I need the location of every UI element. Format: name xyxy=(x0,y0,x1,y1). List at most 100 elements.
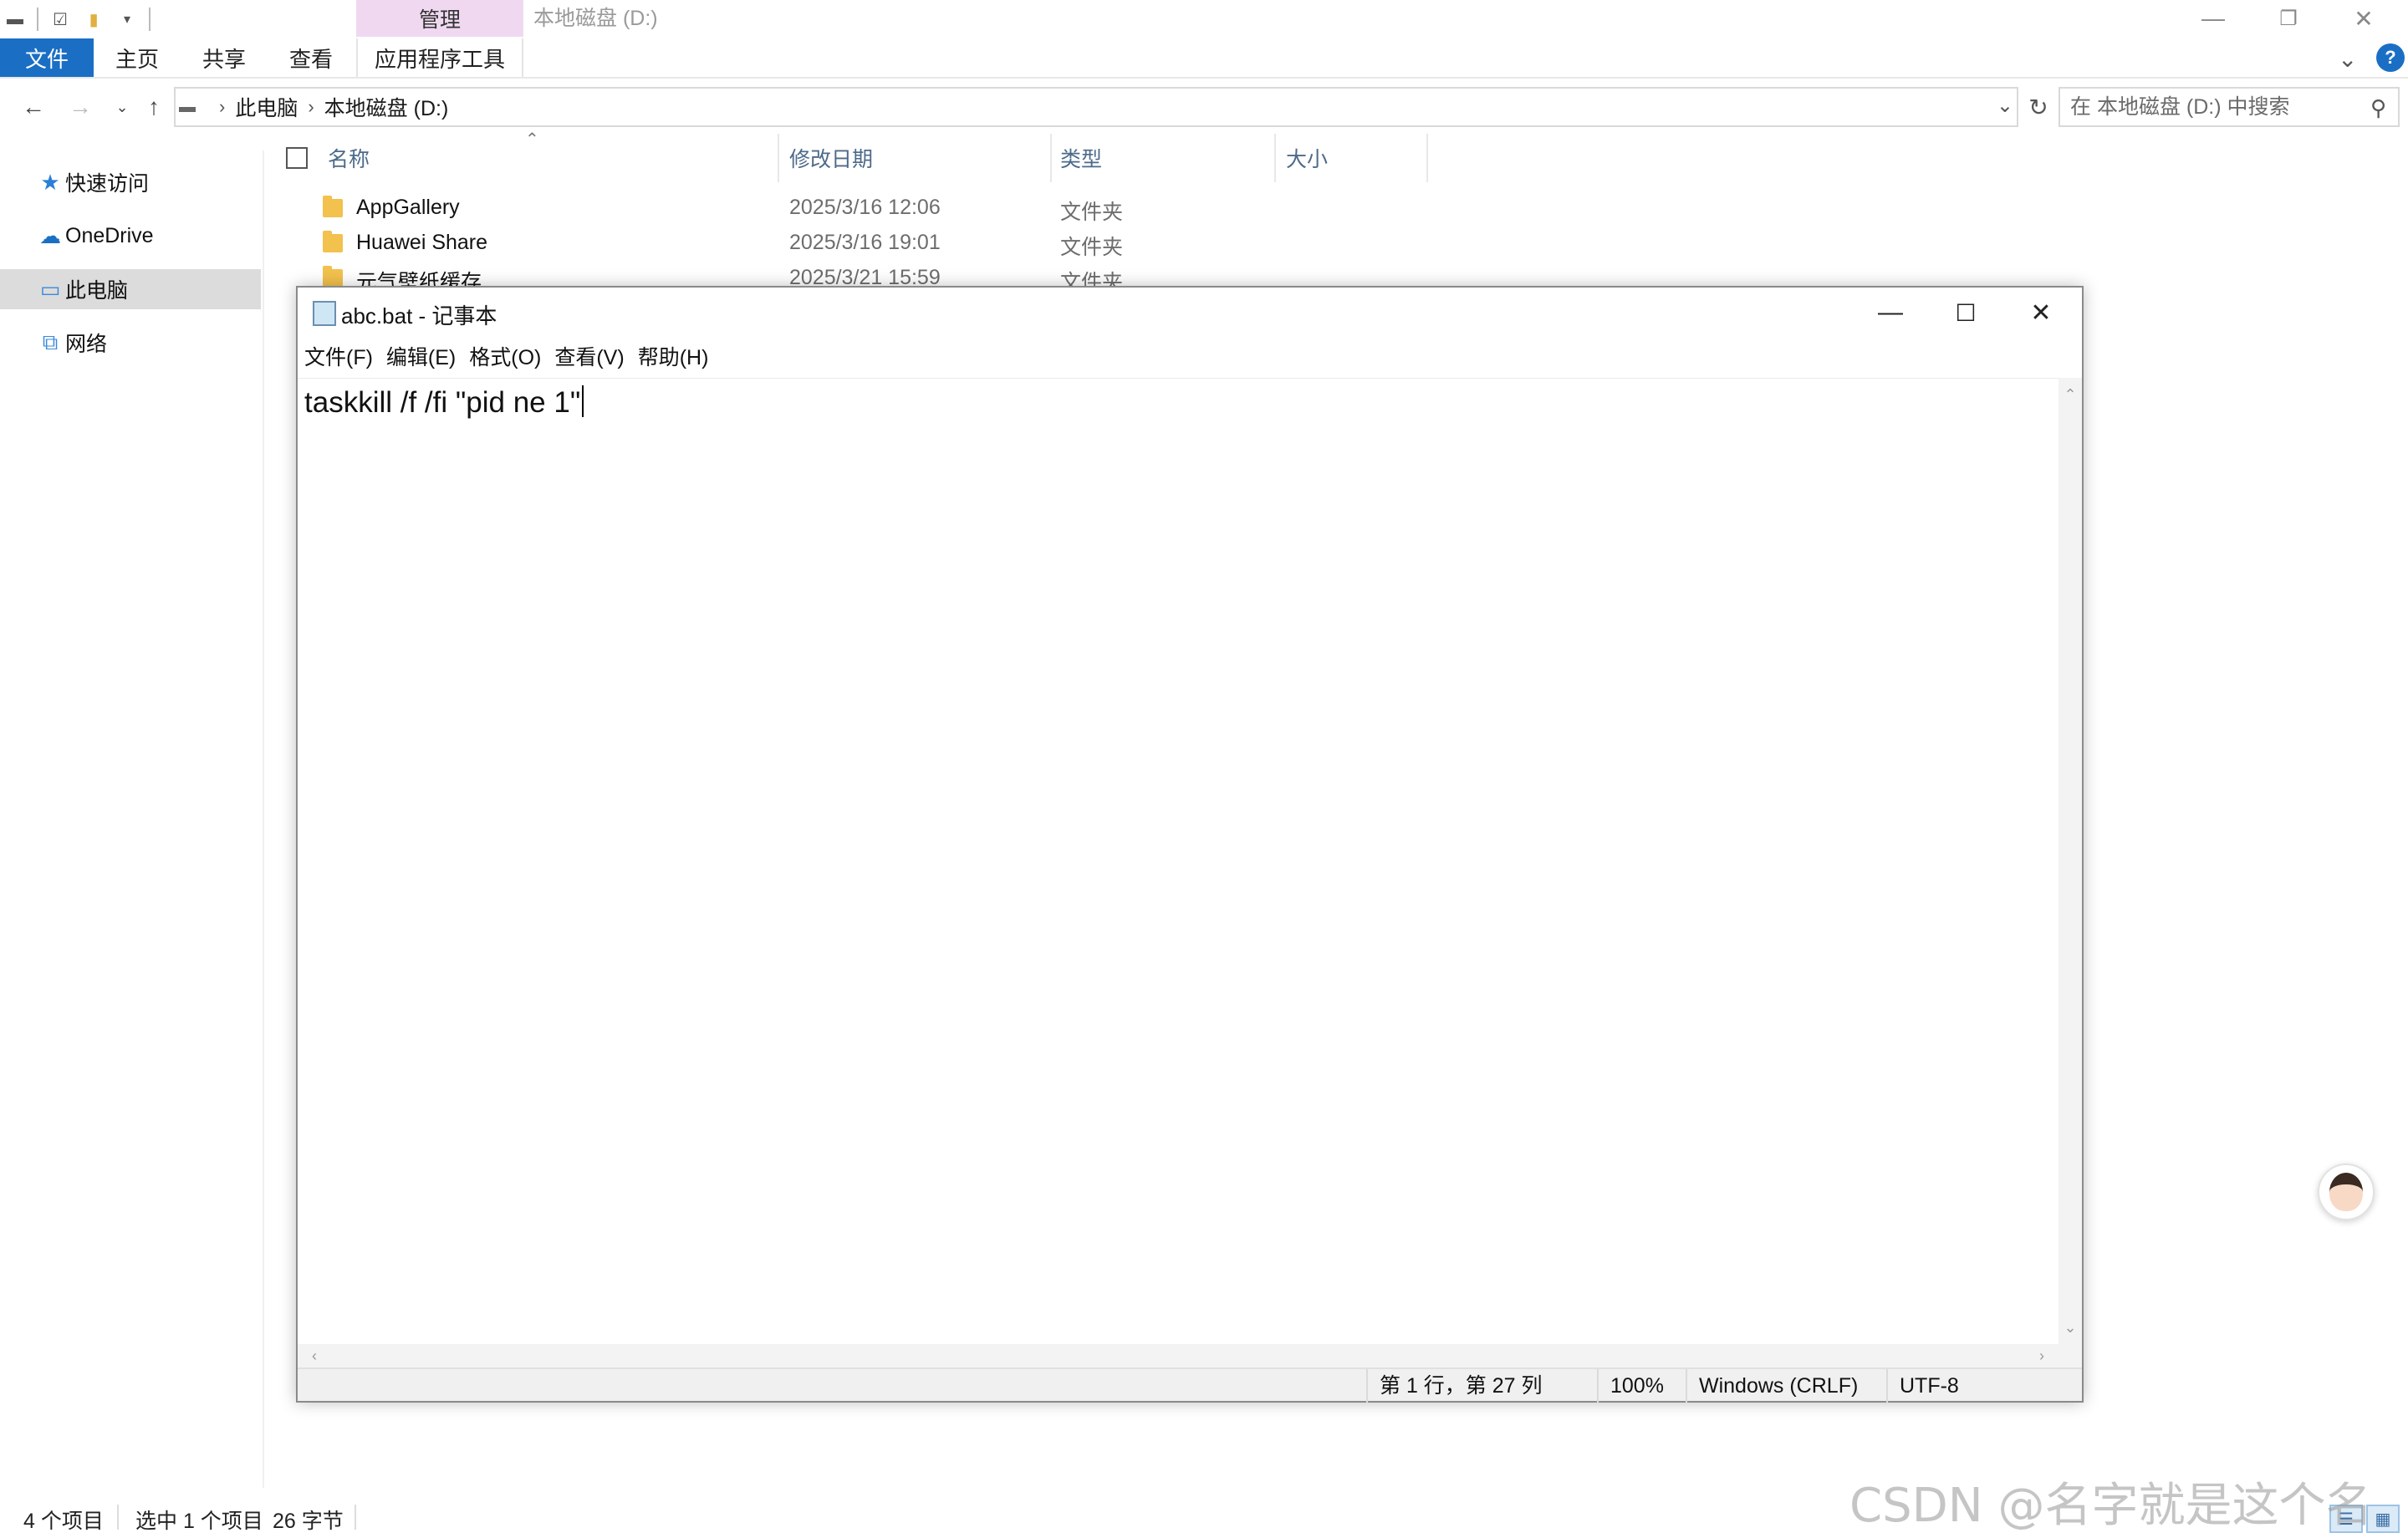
nav-item-onedrive[interactable]: ☁ OneDrive xyxy=(0,216,261,256)
assistant-avatar[interactable] xyxy=(2318,1164,2375,1220)
address-bar[interactable]: ▬ › 此电脑 › 本地磁盘 (D:) ⌄ xyxy=(174,87,2018,127)
chevron-down-icon[interactable]: ⌄ xyxy=(1997,94,2013,118)
forward-arrow-icon[interactable]: → xyxy=(64,90,97,124)
ribbon-tabs: 文件 主页 共享 查看 应用程序工具 ⌄ ? xyxy=(0,38,2408,79)
scroll-down-icon[interactable]: ⌄ xyxy=(2059,1316,2082,1339)
notepad-status-bar: 第 1 行，第 27 列 100% Windows (CRLF) UTF-8 xyxy=(298,1367,2082,1403)
status-encoding: UTF-8 xyxy=(1886,1369,1959,1403)
scroll-right-icon[interactable]: › xyxy=(2030,1344,2053,1367)
new-folder-icon[interactable]: ▮ xyxy=(82,8,105,31)
back-arrow-icon[interactable]: ← xyxy=(17,90,50,124)
column-divider[interactable] xyxy=(1050,134,1052,182)
status-selected: 选中 1 个项目 xyxy=(135,1510,263,1533)
menu-edit[interactable]: 编辑(E) xyxy=(386,339,456,376)
file-row[interactable]: Huawei Share 2025/3/16 19:01 文件夹 xyxy=(318,227,1430,262)
quick-access-toolbar: ▬ ☑ ▮ ▾ xyxy=(0,0,351,38)
nav-item-label: 网络 xyxy=(65,333,108,356)
restore-button[interactable]: ❐ xyxy=(2251,0,2326,37)
column-header-type[interactable]: 类型 xyxy=(1060,134,1102,182)
address-row: ← → ⌄ ↑ ▬ › 此电脑 › 本地磁盘 (D:) ⌄ ↻ ⚲ xyxy=(0,87,2408,129)
scrollbar-corner xyxy=(2059,1344,2082,1367)
text-editor-area[interactable]: taskkill /f /fi "pid ne 1" xyxy=(298,378,2059,1344)
status-divider xyxy=(117,1505,119,1530)
drive-icon[interactable]: ▬ xyxy=(3,8,27,31)
status-size: 26 字节 xyxy=(273,1510,344,1533)
menu-help[interactable]: 帮助(H) xyxy=(638,339,709,376)
select-all-checkbox[interactable] xyxy=(286,147,308,169)
column-divider[interactable] xyxy=(1274,134,1276,182)
nav-item-label: 此电脑 xyxy=(65,279,129,303)
close-button[interactable]: ✕ xyxy=(2326,0,2401,37)
vertical-scrollbar[interactable]: ⌃ ⌄ xyxy=(2059,378,2082,1344)
notepad-icon xyxy=(313,301,336,326)
context-tab-manage[interactable]: 管理 xyxy=(356,0,523,37)
up-arrow-icon[interactable]: ↑ xyxy=(137,90,171,124)
nav-item-network[interactable]: ⧉ 网络 xyxy=(0,323,261,363)
notepad-menu-bar: 文件(F) 编辑(E) 格式(O) 查看(V) 帮助(H) xyxy=(298,339,722,376)
folder-icon xyxy=(323,196,343,217)
file-name: Huawei Share xyxy=(356,231,488,254)
file-type: 文件夹 xyxy=(1060,236,1124,259)
file-date: 2025/3/16 12:06 xyxy=(789,196,941,219)
watermark: CSDN @名字就是这个名字 xyxy=(1849,1479,2373,1533)
navigation-pane: ★ 快速访问 ☁ OneDrive ▭ 此电脑 ⧉ 网络 xyxy=(0,150,264,1488)
toolbar-divider xyxy=(149,8,150,31)
status-cursor-position: 第 1 行，第 27 列 xyxy=(1366,1369,1543,1403)
minimize-button[interactable]: — xyxy=(2176,0,2251,37)
star-icon: ★ xyxy=(40,169,60,195)
chevron-right-icon[interactable]: › xyxy=(219,96,225,118)
tab-application-tools[interactable]: 应用程序工具 xyxy=(356,38,523,77)
status-divider xyxy=(355,1505,356,1530)
properties-icon[interactable]: ☑ xyxy=(48,8,72,31)
notepad-title-bar[interactable]: abc.bat - 记事本 — ☐ ✕ xyxy=(298,288,2082,338)
menu-view[interactable]: 查看(V) xyxy=(554,339,624,376)
tab-view[interactable]: 查看 xyxy=(289,38,333,77)
menu-file[interactable]: 文件(F) xyxy=(304,339,373,376)
nav-item-quick-access[interactable]: ★ 快速访问 xyxy=(0,162,261,202)
column-divider[interactable] xyxy=(1426,134,1428,182)
search-box[interactable]: ⚲ xyxy=(2059,87,2400,127)
search-input[interactable] xyxy=(2070,94,2354,120)
customize-toolbar-icon[interactable]: ▾ xyxy=(115,8,139,31)
file-date: 2025/3/16 19:01 xyxy=(789,231,941,254)
folder-icon xyxy=(323,231,343,252)
file-type: 文件夹 xyxy=(1060,201,1124,224)
nav-item-this-pc[interactable]: ▭ 此电脑 xyxy=(0,269,261,309)
search-icon[interactable]: ⚲ xyxy=(2370,95,2386,121)
column-header-size[interactable]: 大小 xyxy=(1286,134,1328,182)
tab-home[interactable]: 主页 xyxy=(115,38,159,77)
chevron-down-icon[interactable]: ⌄ xyxy=(2338,45,2357,73)
column-header-date[interactable]: 修改日期 xyxy=(789,134,873,182)
file-name: AppGallery xyxy=(356,196,460,219)
nav-item-label: 快速访问 xyxy=(65,172,150,196)
cloud-icon: ☁ xyxy=(39,222,61,248)
notepad-window: abc.bat - 记事本 — ☐ ✕ 文件(F) 编辑(E) 格式(O) 查看… xyxy=(296,286,2084,1403)
tab-share[interactable]: 共享 xyxy=(202,38,246,77)
chevron-right-icon[interactable]: › xyxy=(308,96,314,118)
scroll-left-icon[interactable]: ‹ xyxy=(303,1344,326,1367)
refresh-icon[interactable]: ↻ xyxy=(2022,90,2055,124)
close-button[interactable]: ✕ xyxy=(2003,288,2079,338)
window-title: 本地磁盘 (D:) xyxy=(533,7,658,30)
editor-text[interactable]: taskkill /f /fi "pid ne 1" xyxy=(304,386,580,419)
status-zoom: 100% xyxy=(1597,1369,1664,1403)
scroll-up-icon[interactable]: ⌃ xyxy=(2059,383,2082,406)
breadcrumb-this-pc[interactable]: 此电脑 xyxy=(235,92,298,122)
tab-file[interactable]: 文件 xyxy=(0,38,94,77)
drive-icon: ▬ xyxy=(179,97,196,116)
menu-format[interactable]: 格式(O) xyxy=(469,339,541,376)
help-icon[interactable]: ? xyxy=(2376,43,2405,72)
recent-locations-chevron-icon[interactable]: ⌄ xyxy=(105,90,139,124)
minimize-button[interactable]: — xyxy=(1853,288,1928,338)
computer-icon: ▭ xyxy=(39,276,61,302)
folder-icon xyxy=(323,266,343,288)
avatar-face-icon xyxy=(2329,1173,2363,1211)
column-header-name[interactable]: 名称 xyxy=(328,134,370,182)
column-divider[interactable] xyxy=(778,134,779,182)
maximize-button[interactable]: ☐ xyxy=(1928,288,2003,338)
file-row[interactable]: AppGallery 2025/3/16 12:06 文件夹 xyxy=(318,192,1430,227)
breadcrumb-drive-d[interactable]: 本地磁盘 (D:) xyxy=(324,92,449,122)
status-line-ending: Windows (CRLF) xyxy=(1686,1369,1858,1403)
horizontal-scrollbar[interactable]: ‹ › xyxy=(298,1344,2059,1367)
notepad-title: abc.bat - 记事本 xyxy=(341,303,497,328)
